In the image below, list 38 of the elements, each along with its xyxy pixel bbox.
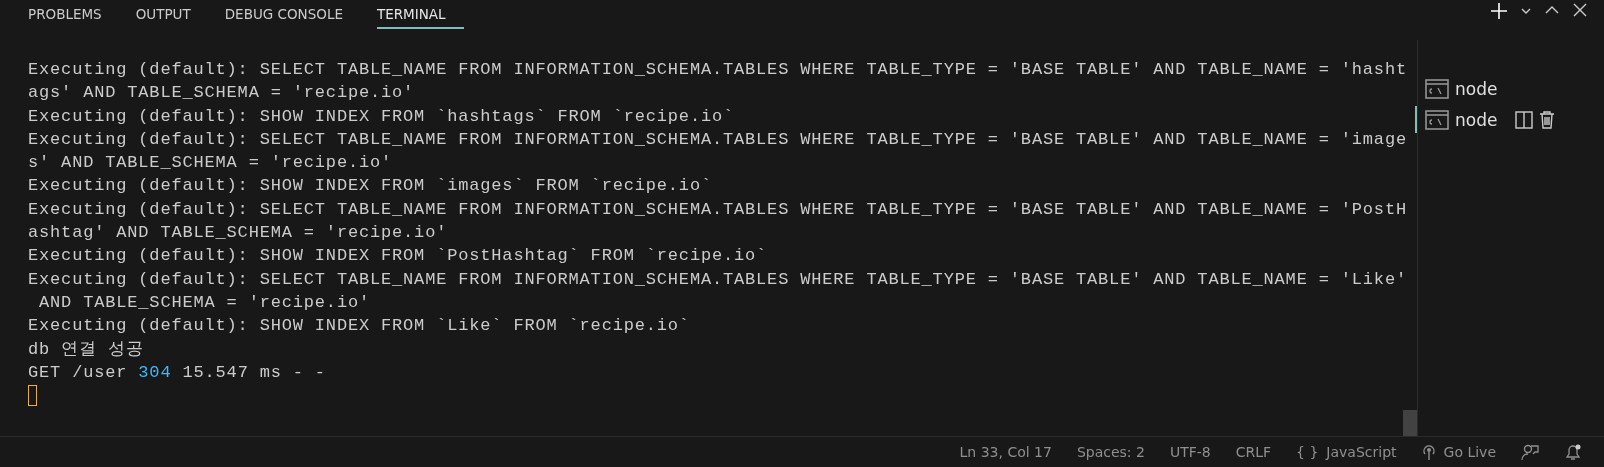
console-icon [1425, 78, 1449, 99]
terminal-line: ags' AND TABLE_SCHEMA = 'recipe.io' [28, 82, 416, 105]
terminal-line: Executing (default): SHOW INDEX FROM `hashtags` FROM `recipe.io` [28, 105, 736, 128]
terminal-line: Executing (default): SELECT TABLE_NAME FROM INFORMATION_SCHEMA.TABLES WHERE TABLE_TYPE = 'BASE TABLE' AND TABLE_NAME = 'image [28, 128, 1408, 151]
braces-icon: { } [1296, 444, 1319, 460]
terminal-line: Executing (default): SHOW INDEX FROM `images` FROM `recipe.io` [28, 175, 713, 198]
terminal-line: s' AND TABLE_SCHEMA = 'recipe.io' [28, 152, 394, 175]
panel-tab[interactable]: TERMINAL [376, 0, 464, 29]
console-icon [1425, 109, 1449, 130]
terminal-line: Executing (default): SELECT TABLE_NAME FROM INFORMATION_SCHEMA.TABLES WHERE TABLE_TYPE = 'BASE TABLE' AND TABLE_NAME = 'PostH [28, 198, 1408, 221]
trash-icon[interactable] [1539, 109, 1556, 130]
feedback-icon[interactable] [1521, 443, 1539, 461]
terminal-list-item[interactable]: node [1415, 106, 1604, 133]
broadcast-icon [1421, 443, 1436, 461]
plus-icon[interactable] [1490, 2, 1508, 20]
terminal-cursor [28, 385, 37, 407]
status-item[interactable]: CRLF [1235, 444, 1272, 460]
terminal-line: Executing (default): SELECT TABLE_NAME FROM INFORMATION_SCHEMA.TABLES WHERE TABLE_TYPE = 'BASE TABLE' AND TABLE_NAME = 'hasht [28, 59, 1408, 81]
terminal-line: AND TABLE_SCHEMA = 'recipe.io' [38, 291, 371, 314]
terminal-line: ashtag' AND TABLE_SCHEMA = 'recipe.io' [28, 222, 449, 245]
status-item[interactable]: Spaces: 2 [1076, 444, 1145, 460]
panel-tab[interactable]: OUTPUT [135, 0, 209, 29]
terminal-line: Executing (default): SHOW INDEX FROM `Like` FROM `recipe.io` [28, 315, 691, 338]
terminal-line: Executing (default): SELECT TABLE_NAME FROM INFORMATION_SCHEMA.TABLES WHERE TABLE_TYPE = 'BASE TABLE' AND TABLE_NAME = 'Like' [28, 268, 1408, 291]
bell-icon[interactable] [1564, 443, 1582, 461]
terminal-line: db 연결 성공 [28, 338, 145, 361]
split-icon[interactable] [1515, 109, 1534, 130]
panel-tab[interactable]: PROBLEMS [28, 0, 120, 29]
scrollbar-thumb[interactable] [1403, 410, 1417, 436]
panel-tab[interactable]: DEBUG CONSOLE [224, 0, 361, 29]
terminal-line: Executing (default): SHOW INDEX FROM `PostHashtag` FROM `recipe.io` [28, 245, 769, 268]
terminal-line: GET /user 304 15.547 ms - - [28, 361, 327, 384]
language-label: JavaScript [1326, 444, 1397, 460]
go-live-button[interactable]: Go Live [1421, 443, 1496, 461]
terminal-list-item[interactable]: node [1415, 75, 1604, 102]
language-mode[interactable]: { } JavaScript [1296, 444, 1397, 460]
status-item[interactable]: Ln 33, Col 17 [959, 444, 1052, 460]
status-item[interactable]: UTF-8 [1169, 444, 1211, 460]
